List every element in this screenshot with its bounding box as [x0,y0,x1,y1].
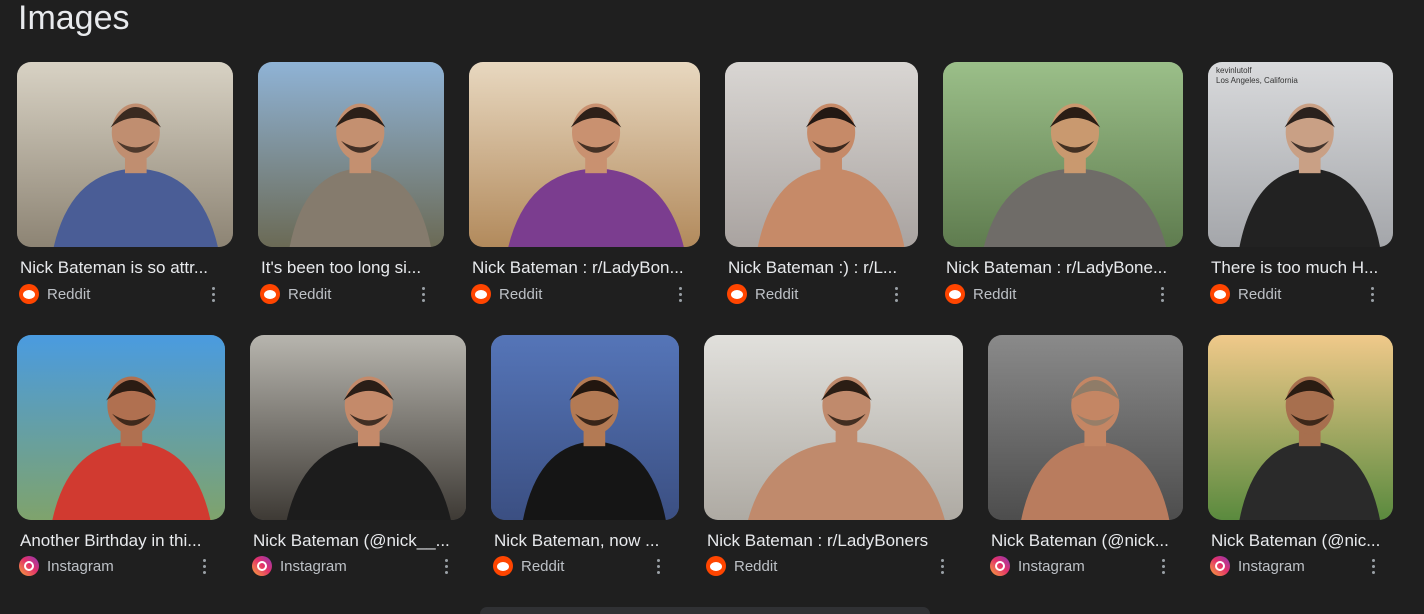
instagram-icon [252,556,272,576]
image-thumbnail[interactable] [17,335,225,520]
image-result-card[interactable]: Nick Bateman (@nick... Instagram [988,335,1183,578]
reddit-icon [706,556,726,576]
more-options-icon[interactable] [1365,556,1381,576]
image-result-card[interactable]: It's been too long si... Reddit [258,62,444,306]
source-name: Instagram [1018,557,1085,575]
more-options-icon[interactable] [1154,284,1170,304]
image-thumbnail[interactable] [469,62,700,247]
image-result-title[interactable]: Nick Bateman : r/LadyBoners [707,531,976,551]
source-name: Reddit [973,285,1017,303]
source-name: Reddit [755,285,799,303]
image-result-title[interactable]: There is too much H... [1211,258,1406,278]
image-result-source[interactable]: Instagram [1210,556,1305,576]
image-result-title[interactable]: Nick Bateman : r/LadyBon... [472,258,713,278]
reddit-icon [1210,284,1230,304]
image-overlay-caption: kevinlutolf Los Angeles, California [1216,66,1298,85]
image-result-source[interactable]: Reddit [1210,284,1281,304]
section-heading: Images [18,0,130,37]
source-name: Instagram [1238,557,1305,575]
more-options-icon[interactable] [196,556,212,576]
image-result-title[interactable]: Nick Bateman (@nick... [991,531,1196,551]
source-name: Reddit [499,285,543,303]
image-result-card[interactable]: Another Birthday in thi... Instagram [17,335,225,578]
more-options-icon[interactable] [1155,556,1171,576]
more-options-icon[interactable] [438,556,454,576]
image-result-card[interactable]: Nick Bateman : r/LadyBon... Reddit [469,62,700,306]
image-thumbnail[interactable] [491,335,679,520]
image-thumbnail[interactable] [250,335,466,520]
more-options-icon[interactable] [415,284,431,304]
source-name: Reddit [47,285,91,303]
image-result-source[interactable]: Instagram [252,556,347,576]
image-thumbnail[interactable] [258,62,444,247]
more-options-icon[interactable] [888,284,904,304]
image-result-card[interactable]: Nick Bateman : r/LadyBone... Reddit [943,62,1183,306]
instagram-icon [990,556,1010,576]
image-result-title[interactable]: It's been too long si... [261,258,457,278]
images-section: Images Nick Bateman is so attr... Reddit … [0,0,1424,614]
image-thumbnail[interactable]: kevinlutolf Los Angeles, California [1208,62,1393,247]
image-result-title[interactable]: Nick Bateman (@nick__... [253,531,479,551]
image-result-card[interactable]: Nick Bateman : r/LadyBoners Reddit [704,335,963,578]
source-name: Instagram [47,557,114,575]
reddit-icon [493,556,513,576]
more-images-button[interactable] [480,607,930,614]
image-result-source[interactable]: Reddit [260,284,331,304]
source-name: Reddit [1238,285,1282,303]
image-result-title[interactable]: Nick Bateman :) : r/L... [728,258,931,278]
source-name: Reddit [521,557,565,575]
instagram-icon [1210,556,1230,576]
image-result-card[interactable]: Nick Bateman (@nick__... Instagram [250,335,466,578]
reddit-icon [471,284,491,304]
image-result-source[interactable]: Reddit [19,284,90,304]
image-thumbnail[interactable] [704,335,963,520]
more-options-icon[interactable] [934,556,950,576]
image-result-title[interactable]: Nick Bateman, now ... [494,531,692,551]
image-result-card[interactable]: Nick Bateman :) : r/L... Reddit [725,62,918,306]
source-name: Reddit [734,557,778,575]
image-result-card[interactable]: Nick Bateman, now ... Reddit [491,335,679,578]
image-result-title[interactable]: Nick Bateman (@nic... [1211,531,1406,551]
image-result-title[interactable]: Nick Bateman is so attr... [20,258,246,278]
image-result-source[interactable]: Reddit [471,284,542,304]
image-result-title[interactable]: Another Birthday in thi... [20,531,238,551]
image-result-source[interactable]: Reddit [727,284,798,304]
image-result-source[interactable]: Instagram [19,556,114,576]
image-result-source[interactable]: Reddit [945,284,1016,304]
image-thumbnail[interactable] [988,335,1183,520]
reddit-icon [945,284,965,304]
image-thumbnail[interactable] [943,62,1183,247]
image-result-source[interactable]: Reddit [493,556,564,576]
more-options-icon[interactable] [672,284,688,304]
image-thumbnail[interactable] [1208,335,1393,520]
reddit-icon [19,284,39,304]
image-result-card[interactable]: Nick Bateman (@nic... Instagram [1208,335,1393,578]
image-result-source[interactable]: Reddit [706,556,777,576]
image-result-source[interactable]: Instagram [990,556,1085,576]
image-thumbnail[interactable] [17,62,233,247]
more-options-icon[interactable] [1364,284,1380,304]
more-options-icon[interactable] [650,556,666,576]
source-name: Reddit [288,285,332,303]
image-result-title[interactable]: Nick Bateman : r/LadyBone... [946,258,1196,278]
image-result-card[interactable]: Nick Bateman is so attr... Reddit [17,62,233,306]
more-options-icon[interactable] [205,284,221,304]
image-result-card[interactable]: kevinlutolf Los Angeles, California There… [1208,62,1393,306]
instagram-icon [19,556,39,576]
image-thumbnail[interactable] [725,62,918,247]
reddit-icon [727,284,747,304]
source-name: Instagram [280,557,347,575]
reddit-icon [260,284,280,304]
